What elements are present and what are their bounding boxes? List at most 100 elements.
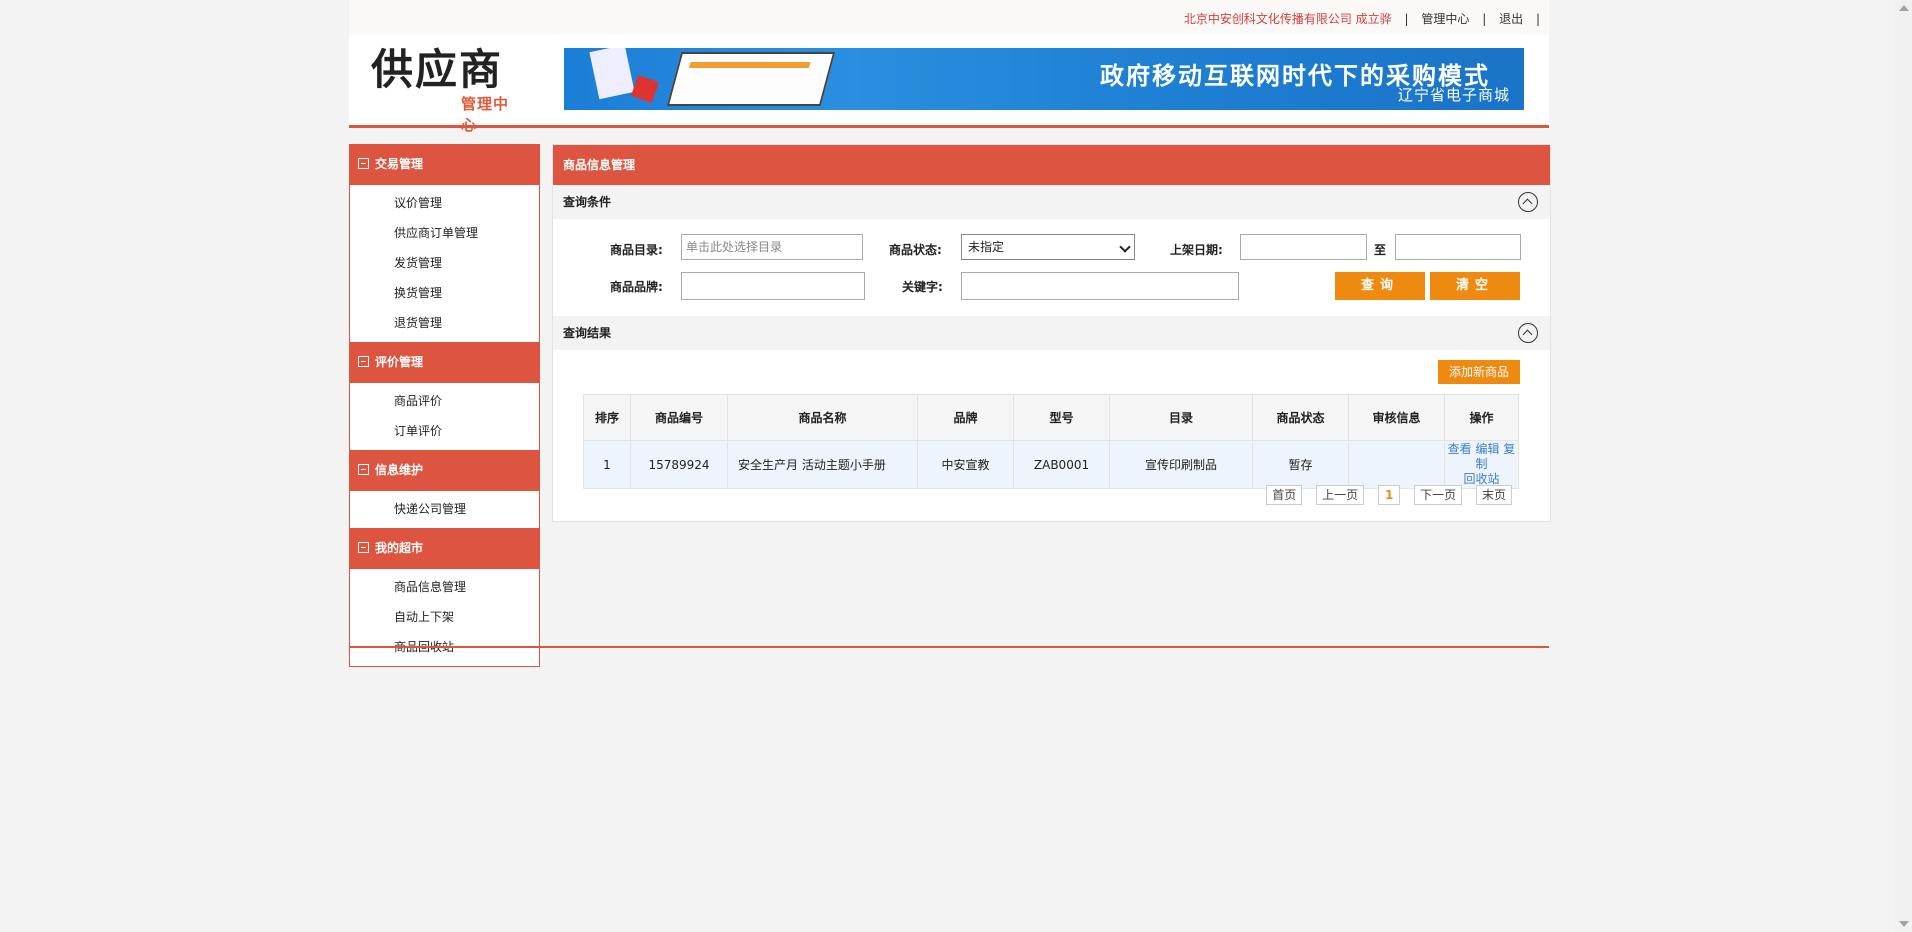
separator: | xyxy=(1404,12,1409,26)
logo-subtitle: 管理中心 xyxy=(461,95,510,134)
page-title: 商品信息管理 xyxy=(553,145,1550,185)
sidebar-item-product-reviews[interactable]: 商品评价 xyxy=(350,386,539,416)
sidebar-item-product-info[interactable]: 商品信息管理 xyxy=(350,572,539,602)
cell-code: 15789924 xyxy=(630,440,728,489)
sidebar-item-returns[interactable]: 退货管理 xyxy=(350,308,539,338)
col-model: 型号 xyxy=(1013,394,1110,441)
sidebar-group-label: 信息维护 xyxy=(375,463,424,477)
col-catalog: 目录 xyxy=(1109,394,1253,441)
main-panel: 商品信息管理 查询条件 商品目录: 单击此处选择目录 商品状态: 未指定 上架日… xyxy=(552,144,1551,522)
sidebar-group-title[interactable]: 评价管理 xyxy=(350,342,539,383)
query-section-title: 查询条件 xyxy=(563,195,612,209)
sidebar-item-bargain[interactable]: 议价管理 xyxy=(350,188,539,218)
top-bar: 北京中安创科文化传播有限公司 成立骅 | 管理中心 | 退出 | xyxy=(349,0,1549,35)
col-actions: 操作 xyxy=(1444,394,1519,441)
cell-catalog: 宣传印刷制品 xyxy=(1109,440,1253,489)
sidebar: 交易管理 议价管理 供应商订单管理 发货管理 换货管理 退货管理 评价管理 商品… xyxy=(349,144,540,667)
page-container: 北京中安创科文化传播有限公司 成立骅 | 管理中心 | 退出 | 供应商 管理中… xyxy=(349,0,1551,667)
sidebar-group-title[interactable]: 交易管理 xyxy=(350,144,539,185)
admin-center-link[interactable]: 管理中心 xyxy=(1421,12,1469,26)
sidebar-group-label: 交易管理 xyxy=(375,157,424,171)
cell-audit xyxy=(1348,440,1445,489)
results-section-header: 查询结果 xyxy=(553,316,1550,350)
pager-current[interactable]: 1 xyxy=(1377,485,1401,505)
search-button[interactable]: 查询 xyxy=(1335,272,1425,300)
add-product-button[interactable]: 添加新商品 xyxy=(1438,360,1520,384)
banner: 政府移动互联网时代下的采购模式 辽宁省电子商城 xyxy=(564,48,1524,110)
collapse-minus-icon[interactable] xyxy=(358,158,369,169)
vertical-scrollbar[interactable] xyxy=(1895,0,1912,932)
sidebar-group-label: 评价管理 xyxy=(375,355,424,369)
status-select-value: 未指定 xyxy=(968,240,1005,254)
date-label: 上架日期: xyxy=(1170,243,1223,257)
results-area: 添加新商品 排序 商品编号 商品名称 品牌 型号 目录 商品状态 审核信息 操作 xyxy=(553,350,1550,521)
cell-status: 暂存 xyxy=(1252,440,1349,489)
footer-divider xyxy=(349,646,1549,648)
sidebar-item-couriers[interactable]: 快递公司管理 xyxy=(350,494,539,524)
sidebar-item-auto-listing[interactable]: 自动上下架 xyxy=(350,602,539,632)
collapse-chevron-up-icon[interactable] xyxy=(1518,192,1538,212)
sidebar-group-label: 我的超市 xyxy=(375,541,424,555)
cell-model: ZAB0001 xyxy=(1013,440,1110,489)
product-table: 排序 商品编号 商品名称 品牌 型号 目录 商品状态 审核信息 操作 1 157 xyxy=(583,394,1519,489)
row-actions-view-edit-copy[interactable]: 查看 编辑 复制 xyxy=(1446,442,1517,472)
col-audit: 审核信息 xyxy=(1348,394,1445,441)
separator: | xyxy=(1535,12,1540,26)
banner-subtitle: 辽宁省电子商城 xyxy=(1397,86,1510,104)
query-section-header: 查询条件 xyxy=(553,185,1550,219)
keyword-input[interactable] xyxy=(961,272,1239,300)
collapse-minus-icon[interactable] xyxy=(358,542,369,553)
status-label: 商品状态: xyxy=(889,243,942,257)
pager-prev[interactable]: 上一页 xyxy=(1316,485,1365,505)
scroll-up-icon[interactable] xyxy=(1899,5,1909,11)
collapse-minus-icon[interactable] xyxy=(358,464,369,475)
date-to-input[interactable] xyxy=(1395,234,1521,260)
table-row: 1 15789924 安全生产月 活动主题小手册 中安宣教 ZAB0001 宣传… xyxy=(583,440,1519,489)
pagination: 首页 上一页 1 下一页 末页 xyxy=(1256,485,1512,505)
logout-link[interactable]: 退出 xyxy=(1499,12,1523,26)
status-select[interactable]: 未指定 xyxy=(961,234,1135,260)
pager-last[interactable]: 末页 xyxy=(1475,485,1512,505)
catalog-input[interactable]: 单击此处选择目录 xyxy=(681,234,863,260)
catalog-label: 商品目录: xyxy=(610,243,663,257)
clear-button[interactable]: 清空 xyxy=(1430,272,1520,300)
collapse-minus-icon[interactable] xyxy=(358,356,369,367)
cell-actions: 查看 编辑 复制 回收站 xyxy=(1444,440,1519,489)
chevron-down-icon xyxy=(1119,241,1131,253)
header: 供应商 管理中心 政府移动互联网时代下的采购模式 辽宁省电子商城 xyxy=(349,35,1549,135)
pager-next[interactable]: 下一页 xyxy=(1414,485,1463,505)
document-illustration xyxy=(589,48,635,100)
sidebar-item-exchange[interactable]: 换货管理 xyxy=(350,278,539,308)
logo-title: 供应商 xyxy=(371,45,504,94)
logo: 供应商 管理中心 xyxy=(371,45,521,135)
col-brand: 品牌 xyxy=(917,394,1014,441)
laptop-illustration xyxy=(666,52,836,106)
top-links: 北京中安创科文化传播有限公司 成立骅 | 管理中心 | 退出 | xyxy=(1184,10,1549,27)
cell-brand: 中安宣教 xyxy=(917,440,1014,489)
cell-name: 安全生产月 活动主题小手册 xyxy=(727,440,918,489)
company-name: 北京中安创科文化传播有限公司 成立骅 xyxy=(1183,12,1392,26)
results-section-title: 查询结果 xyxy=(563,326,612,340)
brand-label: 商品品牌: xyxy=(610,280,663,294)
separator: | xyxy=(1482,12,1487,26)
col-order: 排序 xyxy=(583,394,631,441)
date-from-input[interactable] xyxy=(1240,234,1367,260)
table-header-row: 排序 商品编号 商品名称 品牌 型号 目录 商品状态 审核信息 操作 xyxy=(583,394,1519,441)
cell-order: 1 xyxy=(583,440,631,489)
scroll-down-icon[interactable] xyxy=(1899,921,1909,927)
col-status: 商品状态 xyxy=(1252,394,1349,441)
sidebar-group-trade: 交易管理 议价管理 供应商订单管理 发货管理 换货管理 退货管理 xyxy=(350,144,539,342)
sidebar-item-shipping[interactable]: 发货管理 xyxy=(350,248,539,278)
sidebar-group-title[interactable]: 我的超市 xyxy=(350,528,539,569)
pager-first[interactable]: 首页 xyxy=(1266,485,1303,505)
sidebar-group-title[interactable]: 信息维护 xyxy=(350,450,539,491)
col-code: 商品编号 xyxy=(630,394,728,441)
brand-input[interactable] xyxy=(681,272,865,300)
sidebar-group-reviews: 评价管理 商品评价 订单评价 xyxy=(350,342,539,450)
date-to-label: 至 xyxy=(1374,243,1387,257)
collapse-chevron-up-icon[interactable] xyxy=(1518,323,1538,343)
keyword-label: 关键字: xyxy=(902,280,943,294)
query-form: 商品目录: 单击此处选择目录 商品状态: 未指定 上架日期: 至 商品品牌: 关… xyxy=(553,219,1550,316)
sidebar-item-order-reviews[interactable]: 订单评价 xyxy=(350,416,539,446)
sidebar-item-supplier-orders[interactable]: 供应商订单管理 xyxy=(350,218,539,248)
